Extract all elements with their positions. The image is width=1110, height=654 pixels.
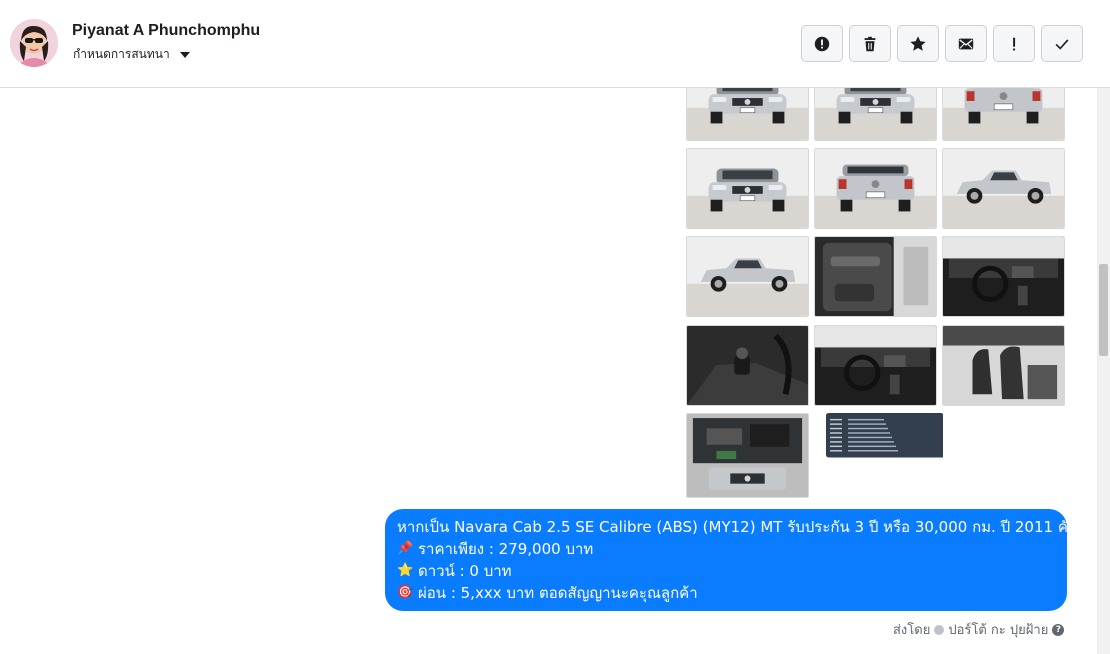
- photo-thumbnail[interactable]: [686, 236, 809, 317]
- photo-thumbnail[interactable]: [686, 148, 809, 229]
- message-bubble[interactable]: หากเป็น Navara Cab 2.5 SE Calibre (ABS) …: [385, 509, 1088, 611]
- avatar[interactable]: [10, 19, 58, 67]
- pushpin-icon: 📌: [397, 541, 414, 556]
- photo-thumbnail[interactable]: [942, 325, 1065, 406]
- photo-thumbnail[interactable]: [686, 325, 809, 406]
- report-spam-button[interactable]: [801, 25, 843, 62]
- photo-thumbnail[interactable]: [942, 236, 1065, 317]
- sent-by-prefix: ส่งโดย: [893, 623, 931, 638]
- conversation-header: Piyanat A Phunchomphu กำหนดการสนทนา: [0, 0, 1110, 88]
- target-icon: 🎯: [397, 585, 414, 600]
- chat-thread: หากเป็น Navara Cab 2.5 SE Calibre (ABS) …: [0, 88, 1097, 654]
- checkmark-icon: [1055, 38, 1069, 50]
- message-line-installment: ผ่อน : 5,xxx บาท ตอดสัญญานะคะุณลูกค้า: [418, 584, 698, 602]
- photo-thumbnail[interactable]: [814, 148, 937, 229]
- photo-thumbnail[interactable]: [686, 88, 809, 141]
- conversation-settings-dropdown[interactable]: กำหนดการสนทนา: [73, 45, 190, 64]
- scrollbar-track[interactable]: [1097, 88, 1110, 654]
- envelope-icon: [958, 38, 974, 49]
- scrollbar-thumb[interactable]: [1099, 264, 1108, 356]
- verified-dot-icon: [934, 624, 945, 635]
- flag-button[interactable]: [993, 25, 1035, 62]
- help-icon[interactable]: ?: [1052, 623, 1065, 636]
- photo-thumbnail[interactable]: [942, 88, 1065, 141]
- exclamation-icon: [1013, 37, 1016, 50]
- trash-icon: [864, 36, 876, 51]
- delete-button[interactable]: [849, 25, 891, 62]
- photo-thumbnail[interactable]: [942, 148, 1065, 229]
- sender-name[interactable]: ปอร์โต้ กะ ปุยฝ้าย: [948, 619, 1048, 640]
- message-line-1: หากเป็น Navara Cab 2.5 SE Calibre (ABS) …: [397, 518, 1089, 536]
- conversation-toolbar: [801, 25, 1083, 62]
- photo-thumbnail[interactable]: [814, 325, 937, 406]
- message-line-down: ดาวน์ : 0 บาท: [418, 562, 512, 580]
- star-emoji-icon: ⭐: [397, 563, 414, 578]
- photo-thumbnail[interactable]: [814, 88, 937, 141]
- photo-thumbnail[interactable]: [820, 413, 943, 473]
- photo-thumbnail[interactable]: [814, 236, 937, 317]
- message-line-price: ราคาเพียง : 279,000 บาท: [418, 540, 594, 558]
- mark-unread-button[interactable]: [945, 25, 987, 62]
- photo-thumbnail[interactable]: [686, 413, 809, 498]
- alert-circle-icon: [814, 36, 830, 51]
- star-icon: [910, 35, 926, 51]
- sent-by-label: ส่งโดย ปอร์โต้ กะ ปุยฝ้าย ?: [893, 619, 1065, 640]
- caret-down-icon: [179, 51, 190, 58]
- conversation-settings-label: กำหนดการสนทนา: [73, 47, 170, 61]
- mark-done-button[interactable]: [1041, 25, 1083, 62]
- star-button[interactable]: [897, 25, 939, 62]
- contact-name[interactable]: Piyanat A Phunchomphu: [72, 22, 260, 40]
